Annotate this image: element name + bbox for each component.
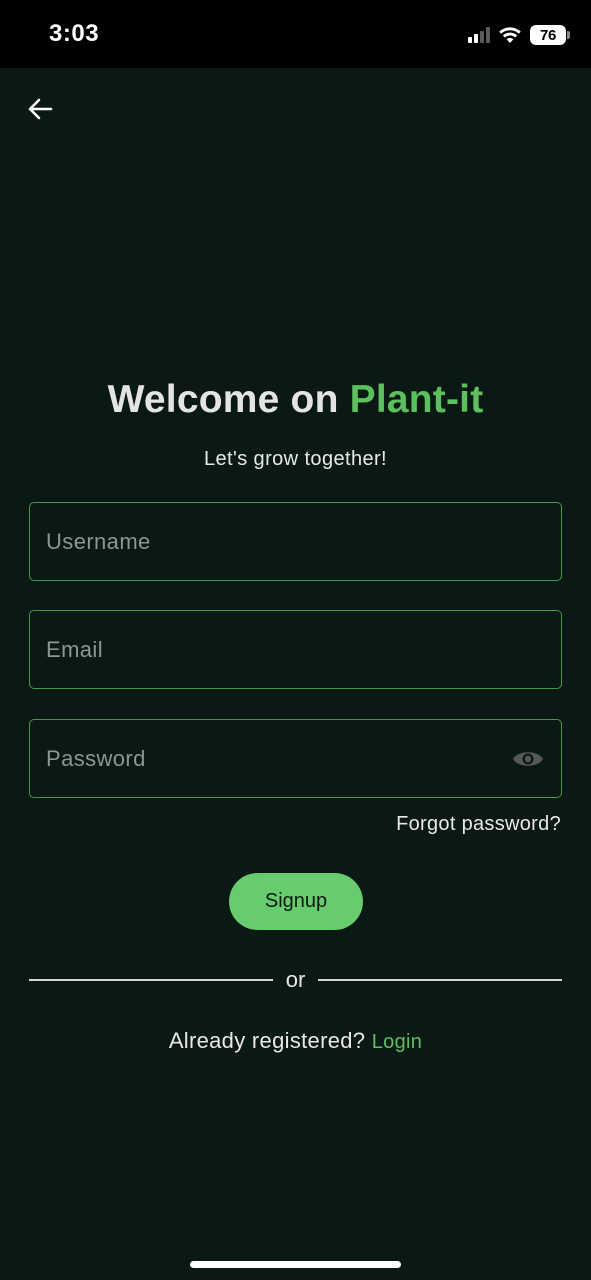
email-field: [29, 610, 562, 689]
title-prefix: Welcome on: [107, 378, 350, 421]
password-input[interactable]: [30, 720, 561, 797]
status-bar: 3:03 76: [0, 0, 591, 68]
wifi-icon: [499, 27, 521, 43]
divider-or-label: or: [285, 967, 306, 992]
status-icons: 76: [468, 23, 570, 47]
username-input[interactable]: [30, 503, 561, 580]
home-indicator[interactable]: [190, 1261, 401, 1268]
subtitle: Let's grow together!: [203, 448, 388, 470]
signal-icon: [468, 27, 490, 43]
divider-right: [318, 979, 562, 981]
email-input[interactable]: [30, 611, 561, 688]
divider-left: [29, 979, 273, 981]
status-time: 3:03: [49, 20, 100, 47]
eye-icon[interactable]: [511, 746, 545, 772]
login-link[interactable]: Login: [372, 1031, 422, 1053]
already-registered-text: Already registered?: [168, 1028, 366, 1053]
battery-icon: 76: [530, 25, 570, 45]
password-field: [29, 719, 562, 798]
battery-level: 76: [539, 26, 557, 44]
signup-button[interactable]: Signup: [229, 873, 363, 930]
brand-name: Plant-it: [349, 378, 484, 421]
arrow-left-icon: [28, 98, 53, 120]
login-prompt: Already registered? Login: [0, 1028, 591, 1054]
signup-screen: 3:03 76 Welcome on Plant-it Let's grow t…: [0, 0, 591, 1280]
page-title: Welcome on Plant-it: [0, 378, 591, 422]
username-field: [29, 502, 562, 581]
forgot-password-link[interactable]: Forgot password?: [396, 813, 561, 836]
back-button[interactable]: [22, 92, 58, 126]
